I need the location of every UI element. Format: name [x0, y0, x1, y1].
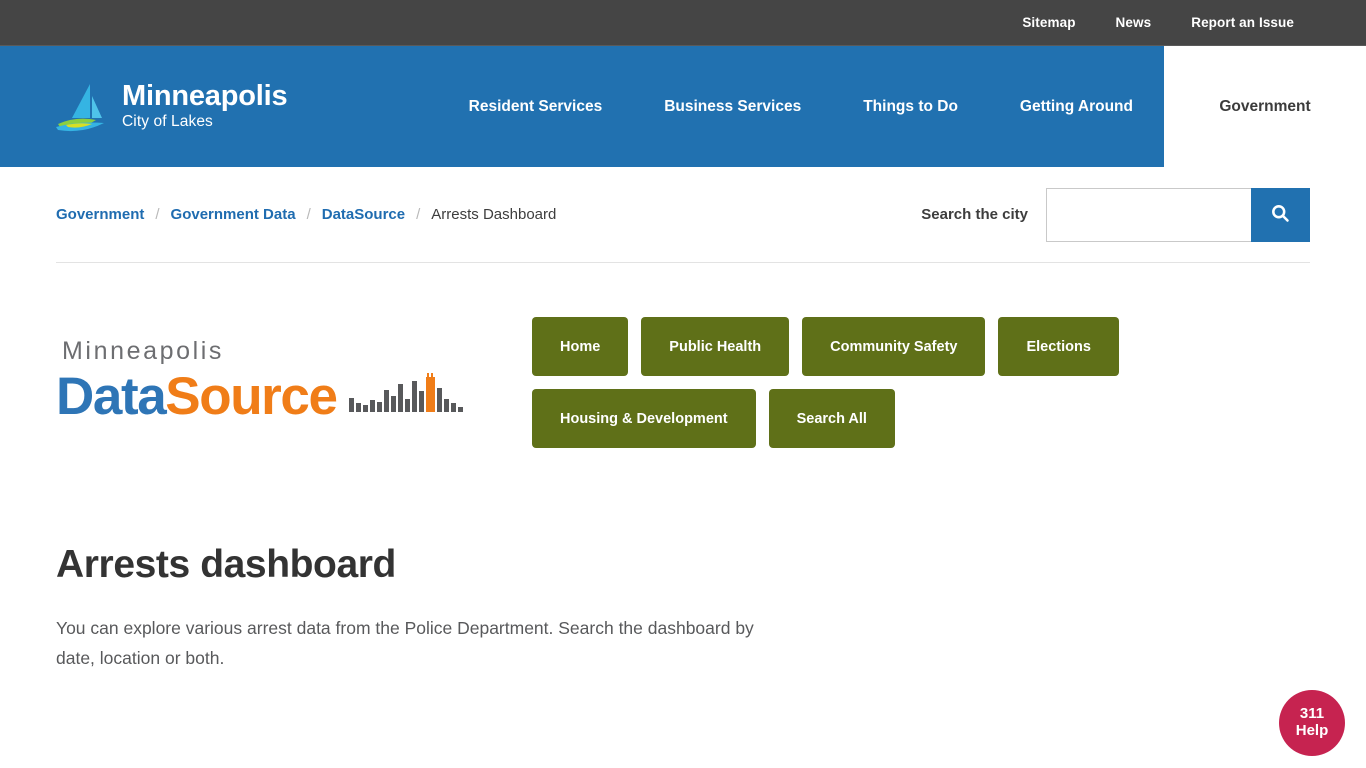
datasource-button-housing-development[interactable]: Housing & Development: [532, 389, 756, 448]
search-submit-button[interactable]: [1251, 187, 1310, 242]
nav-item-resident-services[interactable]: Resident Services: [438, 46, 634, 167]
breadcrumb-separator: /: [155, 206, 160, 223]
datasource-button-elections[interactable]: Elections: [998, 317, 1119, 376]
datasource-button-group: Home Public Health Community Safety Elec…: [474, 317, 1310, 448]
datasource-logo-city: Minneapolis: [62, 337, 225, 365]
datasource-section: Minneapolis Data Source Home Public Heal…: [0, 263, 1366, 448]
sailboat-icon: [56, 80, 108, 134]
brand-home-link[interactable]: Minneapolis City of Lakes: [0, 46, 288, 167]
search-label: Search the city: [921, 206, 1028, 223]
breadcrumb-search-row: Government / Government Data / DataSourc…: [56, 167, 1310, 263]
nav-item-things-to-do[interactable]: Things to Do: [832, 46, 989, 167]
help-311-label: Help: [1295, 722, 1329, 739]
datasource-logo-source: Source: [165, 367, 338, 426]
breadcrumb-separator: /: [416, 206, 421, 223]
utility-link-sitemap[interactable]: Sitemap: [1022, 15, 1075, 30]
datasource-button-public-health[interactable]: Public Health: [641, 317, 790, 376]
brand-subtitle: City of Lakes: [122, 112, 213, 130]
datasource-button-home[interactable]: Home: [532, 317, 629, 376]
utility-bar: Sitemap News Report an Issue: [0, 0, 1366, 46]
bar-chart-icon: [348, 372, 467, 417]
datasource-logo[interactable]: Minneapolis Data Source: [56, 317, 474, 425]
breadcrumb-item-government-data[interactable]: Government Data: [171, 206, 296, 223]
site-header: Minneapolis City of Lakes Resident Servi…: [0, 46, 1366, 167]
help-311-number: 311: [1299, 705, 1325, 723]
search-input[interactable]: [1046, 187, 1251, 242]
help-311-button[interactable]: 311 Help: [1279, 690, 1345, 756]
breadcrumb-search-strip: Government / Government Data / DataSourc…: [0, 167, 1366, 263]
nav-item-government[interactable]: Government: [1164, 46, 1366, 167]
nav-item-getting-around[interactable]: Getting Around: [989, 46, 1164, 167]
page-title: Arrests dashboard: [56, 543, 396, 586]
brand-title: Minneapolis: [122, 80, 288, 113]
breadcrumb-item-government[interactable]: Government: [56, 206, 144, 223]
page-intro-text: You can explore various arrest data from…: [56, 617, 754, 668]
datasource-button-community-safety[interactable]: Community Safety: [802, 317, 986, 376]
breadcrumb-separator: /: [306, 206, 311, 223]
page-content: Arrests dashboard You can explore variou…: [0, 448, 1366, 673]
utility-link-news[interactable]: News: [1116, 15, 1152, 30]
datasource-logo-wordmark: Data Source: [56, 368, 474, 425]
breadcrumb-item-current: Arrests Dashboard: [431, 206, 557, 223]
search-icon: [1270, 203, 1291, 227]
site-search: Search the city: [921, 187, 1310, 242]
breadcrumb: Government / Government Data / DataSourc…: [56, 206, 556, 223]
brand-text: Minneapolis City of Lakes: [122, 80, 288, 131]
nav-item-business-services[interactable]: Business Services: [633, 46, 832, 167]
datasource-logo-data: Data: [56, 367, 167, 426]
datasource-button-search-all[interactable]: Search All: [768, 389, 895, 448]
utility-link-report-an-issue[interactable]: Report an Issue: [1191, 15, 1294, 30]
breadcrumb-item-datasource[interactable]: DataSource: [322, 206, 405, 223]
main-navigation: Resident Services Business Services Thin…: [321, 46, 1366, 167]
